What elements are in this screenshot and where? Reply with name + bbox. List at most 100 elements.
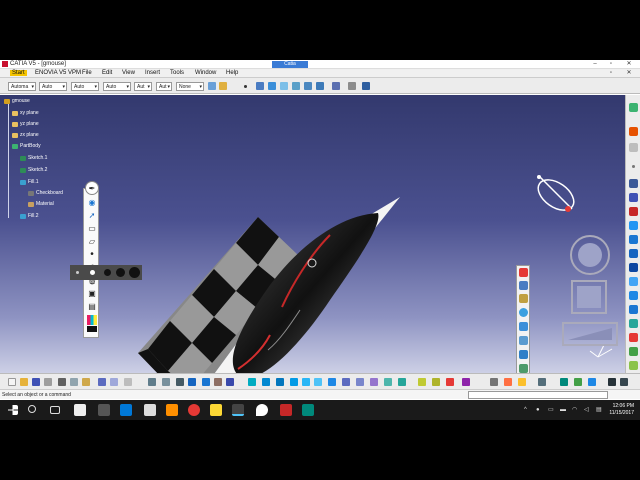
sphere-tool-icon[interactable] [629, 263, 638, 272]
comment-icon[interactable] [162, 378, 170, 386]
analysis-tool-icon[interactable] [560, 378, 568, 386]
menu-insert[interactable]: Insert [145, 70, 160, 76]
tray-network-icon[interactable]: ◠ [572, 407, 579, 413]
clipboard-icon[interactable]: ▤ [87, 302, 97, 312]
document-restore-button[interactable]: ▫ [604, 69, 618, 77]
loft-icon[interactable] [519, 350, 528, 359]
point-icon[interactable] [244, 85, 247, 88]
menu-help[interactable]: Help [226, 70, 238, 76]
menu-edit[interactable]: Edit [102, 70, 112, 76]
snapshot-icon[interactable] [446, 378, 454, 386]
sweep-icon[interactable] [519, 336, 528, 345]
line-thickness-combo[interactable]: Auto [71, 82, 99, 91]
texture-tool-icon[interactable] [519, 294, 528, 303]
menu-view[interactable]: View [122, 70, 135, 76]
blend-icon[interactable] [519, 364, 528, 373]
brush-size-l[interactable] [116, 268, 125, 277]
split-tool-icon[interactable] [629, 333, 638, 342]
plane-tool-icon[interactable] [629, 207, 638, 216]
measure-icon[interactable] [332, 82, 340, 90]
redo-toolbar-icon[interactable] [110, 378, 118, 386]
print-icon[interactable] [44, 378, 52, 386]
fill-tool-icon[interactable] [292, 82, 300, 90]
tray-app-icon[interactable]: ● [536, 407, 543, 413]
task-view-icon[interactable] [50, 406, 60, 414]
knowledge-icon[interactable] [518, 378, 526, 386]
grid-icon[interactable] [202, 378, 210, 386]
highlighter-icon[interactable]: ▱ [87, 237, 97, 247]
tools-icon[interactable] [214, 378, 222, 386]
iso-view-icon[interactable] [328, 378, 336, 386]
whats-this-icon[interactable] [124, 378, 132, 386]
pen-tip-icon[interactable]: ✒ [85, 181, 99, 195]
tree-node-checkboard[interactable]: Checkboard [28, 190, 63, 196]
calculator-icon[interactable] [98, 404, 110, 416]
hide-show-icon[interactable] [356, 378, 364, 386]
undo-toolbar-icon[interactable] [98, 378, 106, 386]
curvature-icon[interactable] [588, 378, 596, 386]
join-icon[interactable] [316, 82, 324, 90]
point-tool-icon[interactable] [632, 165, 635, 168]
cylinder-icon[interactable] [519, 322, 528, 331]
black-swatch-icon[interactable] [87, 326, 97, 332]
store-icon[interactable] [74, 404, 86, 416]
open-file-icon[interactable] [20, 378, 28, 386]
measure-between-icon[interactable] [490, 378, 498, 386]
tree-node-gmouse[interactable]: gmouse [4, 98, 30, 104]
sphere-icon[interactable] [519, 308, 528, 317]
tree-node-sketch2[interactable]: Sketch.2 [20, 167, 47, 173]
3d-viewport[interactable]: gmouse xy plane yz plane zx plane PartBo… [0, 95, 625, 373]
analysis-icon[interactable] [348, 82, 356, 90]
fillet-tool-icon[interactable] [629, 361, 638, 370]
pointer-arrow-icon[interactable]: ➚ [87, 211, 97, 221]
formula-icon[interactable] [148, 378, 156, 386]
eraser-icon[interactable]: ▭ [87, 224, 97, 234]
inertia-icon[interactable] [504, 378, 512, 386]
color-swatch-icon[interactable] [87, 315, 97, 325]
tree-node-zx-plane[interactable]: zx plane [12, 132, 39, 138]
pocket-icon[interactable] [629, 143, 638, 152]
tree-node-fill2[interactable]: Fill.2 [20, 213, 39, 219]
chrome-icon[interactable] [188, 404, 200, 416]
sketcher-icon[interactable] [629, 103, 638, 112]
options-icon[interactable] [226, 378, 234, 386]
spline-icon[interactable] [256, 82, 264, 90]
copy-icon[interactable] [70, 378, 78, 386]
zoom-icon[interactable] [578, 243, 602, 267]
pan-tool-icon[interactable] [262, 378, 270, 386]
cut-icon[interactable] [58, 378, 66, 386]
render-icon[interactable] [384, 378, 392, 386]
edge-icon[interactable] [120, 404, 132, 416]
table-icon[interactable] [176, 378, 184, 386]
transparency-combo[interactable]: Auto [39, 82, 67, 91]
shading-icon[interactable] [342, 378, 350, 386]
tree-node-partbody[interactable]: PartBody [12, 143, 41, 149]
fit-all-icon[interactable] [248, 378, 256, 386]
zoom-out-icon[interactable] [302, 378, 310, 386]
search-icon[interactable] [28, 405, 36, 413]
extrude-tool-icon[interactable] [629, 235, 638, 244]
surface-icon[interactable] [280, 82, 288, 90]
tray-volume-icon[interactable]: ◁ [584, 407, 591, 413]
material-library-icon[interactable] [398, 378, 406, 386]
toolbar-close-icon[interactable] [519, 268, 528, 277]
presentation-icon[interactable] [280, 404, 292, 416]
color-combo[interactable]: Automa [8, 82, 36, 91]
paint-icon[interactable] [219, 82, 227, 90]
brush-size-xs[interactable] [76, 271, 79, 274]
tree-node-material[interactable]: Material [28, 201, 54, 207]
video-icon[interactable] [538, 378, 546, 386]
axis-icon[interactable] [629, 193, 638, 202]
tree-node-yz-plane[interactable]: yz plane [12, 121, 39, 127]
catalog-icon[interactable] [188, 378, 196, 386]
brush-size-xl[interactable] [129, 267, 140, 278]
file-explorer-icon[interactable] [210, 404, 222, 416]
swap-space-icon[interactable] [370, 378, 378, 386]
catia-taskbar-icon[interactable] [232, 404, 244, 416]
layer-combo[interactable]: None [176, 82, 204, 91]
new-file-icon[interactable] [8, 378, 16, 386]
point-type-combo[interactable]: Aut [134, 82, 152, 91]
store-bag-icon[interactable] [144, 404, 156, 416]
menu-enovia[interactable]: ENOVIA V5 VPM [35, 70, 81, 76]
normal-view-icon[interactable] [314, 378, 322, 386]
